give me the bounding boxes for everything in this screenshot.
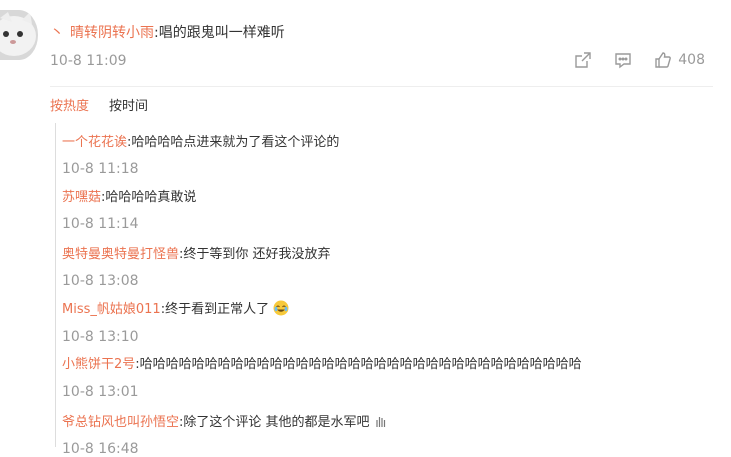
divider (50, 86, 713, 87)
share-button[interactable] (574, 51, 592, 69)
reply-text: :终于等到你 还好我没放弃 (179, 247, 331, 262)
reply-time: 10-8 11:14 (62, 216, 139, 232)
reply-text: :哈哈哈哈真敢说 (101, 190, 197, 205)
laugh-cry-emoji (273, 300, 289, 316)
reply-username[interactable]: 爷总钻风也叫孙悟空 (62, 415, 179, 430)
sort-tabs: 按热度 按时间 (50, 95, 148, 114)
reply-text: :哈哈哈哈哈哈哈哈哈哈哈哈哈哈哈哈哈哈哈哈哈哈哈哈哈哈哈哈哈哈哈哈哈哈 (135, 357, 582, 372)
top-comment-time: 10-8 11:09 (50, 53, 127, 69)
reply-time: 10-8 16:48 (62, 441, 139, 457)
reply-username[interactable]: 一个花花诶 (62, 135, 127, 150)
reply-text: :哈哈哈哈点进来就为了看这个评论的 (127, 135, 340, 150)
list-item: 奥特曼奥特曼打怪兽:终于等到你 还好我没放弃 (62, 243, 331, 262)
reply-button[interactable] (614, 51, 632, 69)
reply-username[interactable]: 小熊饼干2号 (62, 357, 135, 372)
like-button[interactable]: 408 (654, 51, 705, 69)
reply-time: 10-8 13:08 (62, 273, 139, 289)
sort-by-hot-tab[interactable]: 按热度 (50, 95, 89, 114)
reply-time: 10-8 13:10 (62, 329, 139, 345)
reply-list: 一个花花诶:哈哈哈哈点进来就为了看这个评论的 10-8 11:18 苏嘿菇:哈哈… (55, 123, 731, 457)
reply-text: :终于看到正常人了 (160, 302, 270, 317)
share-icon (575, 52, 591, 68)
bullet-mark: 丶 (50, 25, 64, 41)
avatar[interactable] (0, 10, 38, 60)
reply-time: 10-8 13:01 (62, 384, 139, 400)
list-item: 苏嘿菇:哈哈哈哈真敢说 (62, 186, 196, 205)
comment-icon (615, 53, 631, 69)
comment-actions: 408 (574, 51, 705, 69)
reply-time: 10-8 11:18 (62, 161, 139, 177)
list-item: 一个花花诶:哈哈哈哈点进来就为了看这个评论的 (62, 131, 339, 150)
like-icon (655, 52, 672, 68)
top-comment: 丶晴转阴转小雨:唱的跟鬼叫一样难听 (50, 22, 285, 42)
like-count: 408 (678, 52, 705, 68)
reply-text: :除了这个评论 其他的都是水军吧 (179, 415, 370, 430)
reply-username[interactable]: 奥特曼奥特曼打怪兽 (62, 247, 179, 262)
list-item: 爷总钻风也叫孙悟空:除了这个评论 其他的都是水军吧 (62, 411, 388, 430)
list-item: Miss_帆姑娘011:终于看到正常人了 (62, 298, 289, 317)
top-comment-text: :唱的跟鬼叫一样难听 (154, 25, 285, 41)
list-item: 小熊饼干2号:哈哈哈哈哈哈哈哈哈哈哈哈哈哈哈哈哈哈哈哈哈哈哈哈哈哈哈哈哈哈哈哈哈… (62, 353, 582, 372)
reply-username[interactable]: 苏嘿菇 (62, 190, 101, 205)
waving-hand-emoji (376, 417, 385, 427)
reply-username[interactable]: Miss_帆姑娘011 (62, 302, 161, 317)
sort-by-time-tab[interactable]: 按时间 (109, 95, 148, 114)
top-comment-username[interactable]: 晴转阴转小雨 (70, 25, 154, 41)
